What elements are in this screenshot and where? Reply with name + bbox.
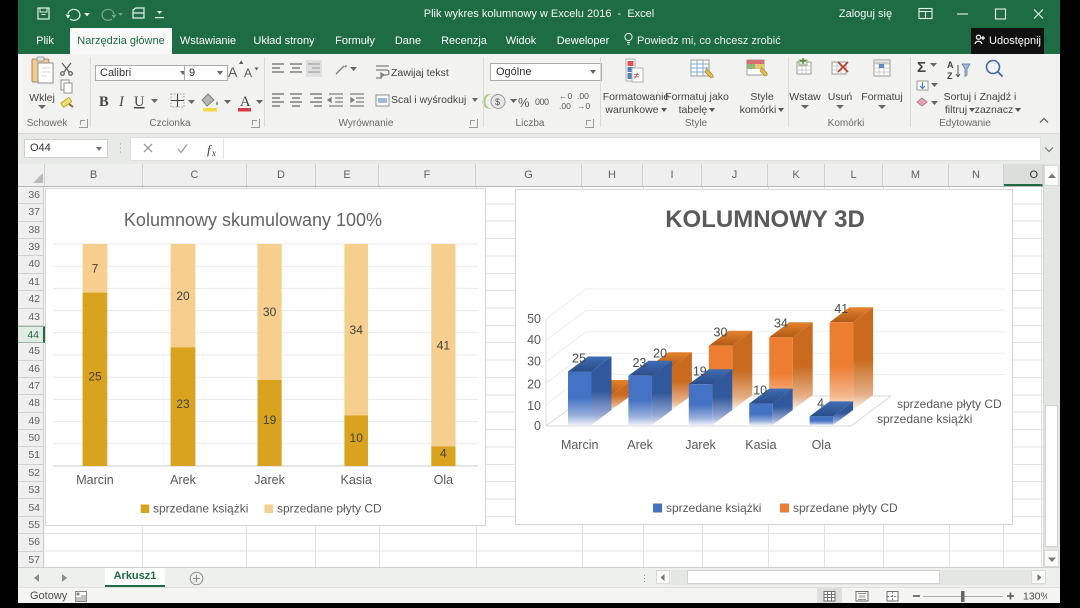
- svg-text:Ola: Ola: [812, 438, 832, 452]
- svg-text:34: 34: [350, 323, 364, 337]
- svg-text:.00: .00: [559, 101, 571, 111]
- svg-text:25: 25: [572, 352, 586, 366]
- svg-text:23: 23: [176, 397, 190, 411]
- svg-text:30: 30: [714, 325, 728, 339]
- svg-text:130%: 130%: [1023, 591, 1047, 603]
- svg-text:sprzedane płyty CD: sprzedane płyty CD: [793, 501, 898, 515]
- svg-text:B: B: [99, 94, 109, 110]
- svg-text:Jarek: Jarek: [254, 473, 285, 487]
- svg-text:40: 40: [527, 333, 541, 347]
- svg-text:41: 41: [834, 302, 848, 316]
- svg-text:Σ: Σ: [917, 59, 926, 76]
- svg-text:30: 30: [527, 355, 541, 369]
- svg-text:34: 34: [774, 317, 788, 331]
- svg-text:sprzedane książki: sprzedane książki: [666, 501, 761, 515]
- svg-text:10: 10: [527, 399, 541, 413]
- svg-text:30: 30: [263, 305, 277, 319]
- svg-text:A: A: [228, 64, 238, 80]
- svg-text:I: I: [118, 94, 125, 110]
- svg-text:Arek: Arek: [627, 438, 653, 452]
- svg-text:19: 19: [263, 413, 277, 427]
- svg-text:4: 4: [440, 446, 447, 460]
- svg-text:←0: ←0: [559, 91, 573, 101]
- svg-text:19: 19: [693, 364, 707, 378]
- svg-text:sprzedane książki: sprzedane książki: [877, 412, 972, 426]
- svg-text:sprzedane książki: sprzedane książki: [153, 502, 248, 516]
- svg-text:U: U: [134, 94, 145, 110]
- svg-text:000: 000: [535, 97, 549, 107]
- svg-text:23: 23: [632, 356, 646, 370]
- svg-text:10: 10: [753, 384, 767, 398]
- svg-text:Marcin: Marcin: [561, 438, 599, 452]
- svg-text:7: 7: [92, 262, 99, 276]
- svg-text:Z: Z: [947, 71, 953, 81]
- svg-text:Kasia: Kasia: [745, 438, 776, 452]
- svg-text:sprzedane płyty CD: sprzedane płyty CD: [277, 502, 382, 516]
- svg-text:20: 20: [176, 289, 190, 303]
- svg-text:A: A: [244, 66, 252, 80]
- svg-text:→0: →0: [577, 101, 591, 111]
- svg-text:Kasia: Kasia: [341, 473, 372, 487]
- svg-text:Jarek: Jarek: [685, 438, 716, 452]
- svg-text:50: 50: [527, 312, 541, 326]
- svg-text:25: 25: [88, 370, 102, 384]
- svg-text:10: 10: [350, 431, 364, 445]
- svg-text:20: 20: [653, 347, 667, 361]
- svg-text:A: A: [947, 60, 954, 70]
- svg-text:x: x: [211, 148, 216, 157]
- svg-text:Ola: Ola: [434, 473, 454, 487]
- svg-text:20: 20: [527, 378, 541, 392]
- svg-text:A: A: [240, 94, 251, 110]
- svg-text:≠: ≠: [634, 71, 640, 82]
- svg-text:sprzedane płyty CD: sprzedane płyty CD: [897, 397, 1002, 411]
- svg-text:0: 0: [534, 419, 541, 433]
- svg-text:Kolumnowy skumulowany 100%: Kolumnowy skumulowany 100%: [124, 210, 382, 230]
- svg-text:.00: .00: [577, 91, 589, 101]
- svg-text:KOLUMNOWY 3D: KOLUMNOWY 3D: [665, 206, 865, 233]
- svg-text:Arek: Arek: [170, 473, 196, 487]
- svg-text:%: %: [518, 95, 530, 110]
- svg-text:Marcin: Marcin: [76, 473, 114, 487]
- svg-text:4: 4: [817, 396, 824, 410]
- svg-text:$: $: [495, 97, 500, 107]
- svg-text:41: 41: [437, 338, 451, 352]
